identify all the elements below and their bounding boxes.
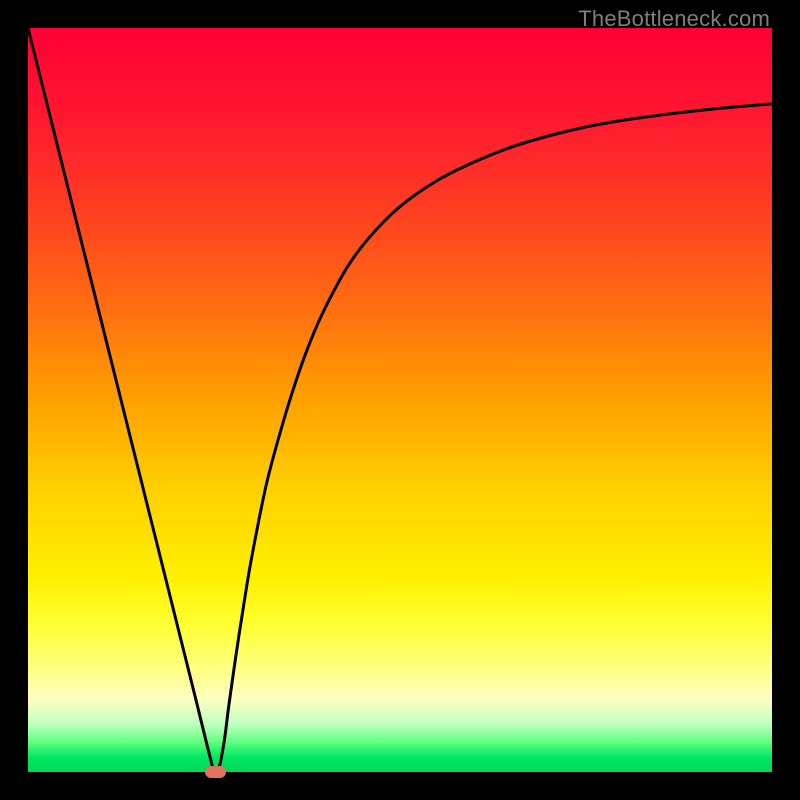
bottleneck-curve (28, 28, 772, 772)
curve-layer (28, 28, 772, 772)
minimum-marker (205, 766, 226, 778)
plot-area (28, 28, 772, 772)
chart-container: TheBottleneck.com (0, 0, 800, 800)
